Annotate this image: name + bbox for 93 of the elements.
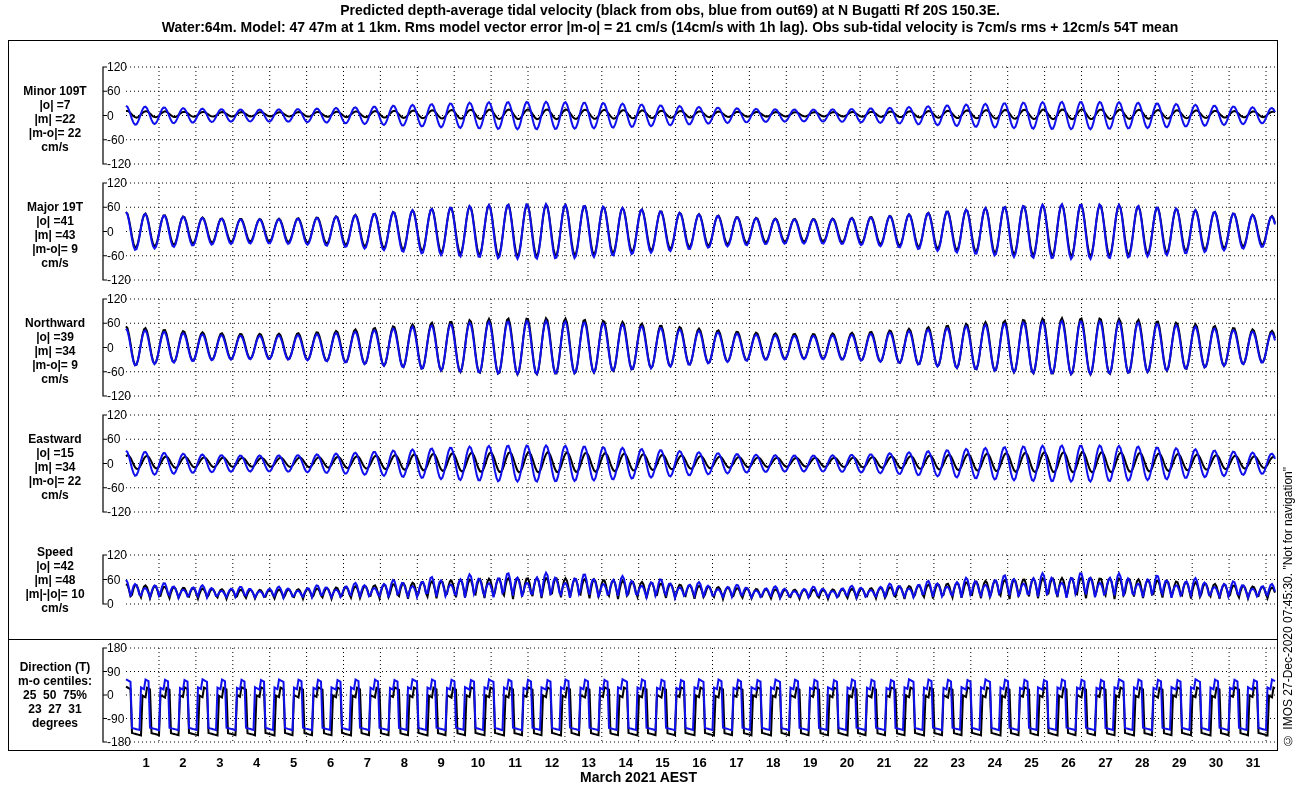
panel-label: |m| =22 bbox=[34, 112, 76, 126]
y-tick-label: 120 bbox=[107, 61, 128, 74]
day-label: 3 bbox=[216, 755, 224, 770]
y-tick-label: 0 bbox=[107, 340, 114, 355]
y-tick-label: -120 bbox=[107, 157, 132, 171]
day-label: 14 bbox=[618, 755, 633, 770]
day-label: 19 bbox=[802, 755, 818, 770]
panel-label: |o| =41 bbox=[36, 214, 74, 228]
y-tick-label: -120 bbox=[107, 389, 132, 403]
day-label: 24 bbox=[987, 755, 1002, 770]
day-label: 26 bbox=[1061, 755, 1076, 770]
panel-label: cm/s bbox=[41, 256, 69, 270]
chart-title: Predicted depth-average tidal velocity (black from obs, blue from out69) at N Bugatti Rf 20S 150.3E. bbox=[340, 2, 1000, 19]
y-tick-label: 0 bbox=[107, 108, 114, 123]
day-label: 8 bbox=[400, 755, 408, 770]
y-tick-label: -60 bbox=[107, 132, 125, 147]
panel-label: cm/s bbox=[41, 140, 69, 154]
chart-title: Water:64m. Model: 47 47m at 1 1km. Rms model vector error |m-o| = 21 cm/s (14cm/s with 1h lag). Obs sub-tidal velocity is 7cm/s rms + 12cm/s 54T mean bbox=[161, 19, 1179, 36]
panel-label: |m-o|= 22 bbox=[28, 474, 82, 488]
y-tick-label: 0 bbox=[107, 597, 114, 611]
day-label: 9 bbox=[437, 755, 445, 770]
day-label: 10 bbox=[470, 755, 486, 770]
y-tick-label: 60 bbox=[107, 200, 121, 215]
y-tick-label: -60 bbox=[107, 480, 125, 495]
day-label: 30 bbox=[1208, 755, 1224, 770]
day-label: 18 bbox=[766, 755, 781, 770]
panel-label: |m|-|o|= 10 bbox=[25, 587, 85, 601]
panel-label: |m-o|= 9 bbox=[32, 242, 78, 256]
day-label: 23 bbox=[950, 755, 966, 770]
y-tick-label: 180 bbox=[107, 641, 128, 655]
panel-label: Major 19T bbox=[27, 200, 83, 214]
panel-label: 25 50 75% bbox=[22, 688, 88, 702]
y-tick-label: 120 bbox=[107, 293, 128, 306]
y-tick-label: 60 bbox=[107, 316, 121, 331]
day-label: 22 bbox=[913, 755, 929, 770]
panel-label: |o| =7 bbox=[39, 98, 71, 112]
day-label: 21 bbox=[876, 755, 892, 770]
panel-label: |m-o|= 22 bbox=[28, 126, 82, 140]
panel-label: |o| =15 bbox=[36, 446, 74, 460]
y-tick-label: -90 bbox=[107, 711, 125, 726]
day-label: 6 bbox=[326, 755, 335, 770]
panel-label: Eastward bbox=[28, 432, 82, 446]
day-label: 4 bbox=[253, 755, 261, 770]
x-axis-title: March 2021 AEST bbox=[580, 769, 697, 785]
y-tick-label: 60 bbox=[107, 84, 121, 99]
panel-label: cm/s bbox=[41, 488, 69, 502]
y-tick-label: 120 bbox=[107, 177, 128, 190]
day-label: 31 bbox=[1245, 755, 1261, 770]
y-tick-label: -180 bbox=[107, 735, 132, 749]
panel-label: degrees bbox=[32, 716, 78, 730]
day-label: 16 bbox=[692, 755, 707, 770]
day-label: 29 bbox=[1171, 755, 1187, 770]
panel-label: |m| =34 bbox=[34, 344, 76, 358]
y-tick-label: -60 bbox=[107, 364, 125, 379]
day-label: 28 bbox=[1135, 755, 1150, 770]
y-tick-label: 0 bbox=[107, 224, 114, 239]
copyright-note: © IMOS 27-Dec-2020 07:45:30. "Not for navigation" bbox=[1281, 467, 1295, 747]
panel-label: Direction (T) bbox=[19, 660, 91, 674]
day-label: 25 bbox=[1024, 755, 1039, 770]
panel-label: cm/s bbox=[41, 601, 69, 615]
panel-label: |m| =34 bbox=[34, 460, 76, 474]
day-label: 27 bbox=[1098, 755, 1113, 770]
y-tick-label: 0 bbox=[107, 688, 114, 702]
day-label: 12 bbox=[544, 755, 560, 770]
day-label: 7 bbox=[363, 755, 371, 770]
y-tick-label: 120 bbox=[107, 409, 128, 422]
panel-label: |o| =42 bbox=[36, 559, 74, 573]
panel-label: 23 27 31 bbox=[28, 702, 82, 716]
y-tick-label: 90 bbox=[107, 664, 121, 679]
day-label: 17 bbox=[729, 755, 744, 770]
y-tick-label: 60 bbox=[107, 432, 121, 447]
panel-label: Northward bbox=[25, 316, 85, 330]
panel-label: |o| =39 bbox=[36, 330, 74, 344]
panel-label: m-o centiles: bbox=[18, 674, 92, 688]
panel-label: |m| =43 bbox=[34, 228, 76, 242]
day-label: 11 bbox=[508, 755, 522, 770]
panel-label: Minor 109T bbox=[23, 84, 87, 98]
day-label: 13 bbox=[581, 755, 597, 770]
panel-label: |m-o|= 9 bbox=[32, 358, 78, 372]
day-label: 20 bbox=[839, 755, 855, 770]
y-tick-label: -120 bbox=[107, 505, 132, 519]
y-tick-label: 0 bbox=[107, 456, 114, 471]
y-tick-label: 120 bbox=[107, 548, 128, 562]
day-label: 5 bbox=[290, 755, 298, 770]
y-tick-label: -120 bbox=[107, 273, 132, 287]
y-tick-label: -60 bbox=[107, 248, 125, 263]
panel-label: Speed bbox=[37, 545, 73, 559]
day-label: 2 bbox=[179, 755, 187, 770]
panel-label: cm/s bbox=[41, 372, 69, 386]
day-label: 1 bbox=[142, 755, 150, 770]
day-label: 15 bbox=[655, 755, 670, 770]
y-tick-label: 60 bbox=[107, 572, 121, 587]
panel-label: |m| =48 bbox=[34, 573, 76, 587]
